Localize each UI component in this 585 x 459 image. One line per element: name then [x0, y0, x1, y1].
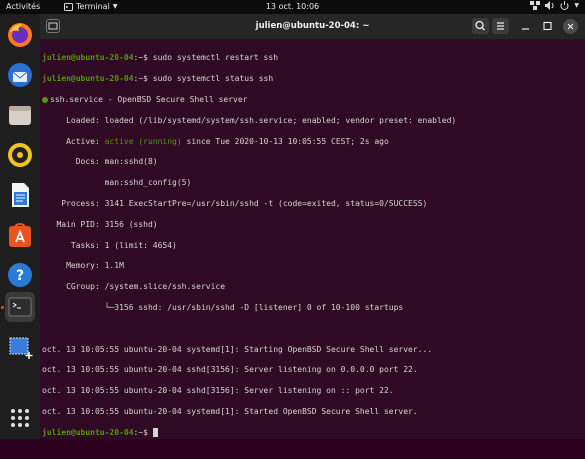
output-line: └─3156 sshd: /usr/sbin/sshd -D [listener…	[42, 302, 404, 312]
log-line: oct. 13 10:05:55 ubuntu-20-04 systemd[1]…	[42, 344, 433, 354]
terminal-window: julien@ubuntu-20-04: ~ julien@ubuntu-20-…	[40, 14, 585, 439]
terminal-icon[interactable]	[5, 292, 35, 322]
system-tray[interactable]: ▼	[530, 1, 579, 10]
text-cursor	[152, 427, 158, 437]
rhythmbox-icon[interactable]	[5, 140, 35, 170]
command-line: julien@ubuntu-20-04:~$	[42, 427, 585, 438]
active-line: Active: active (running) since Tue 2020-…	[42, 137, 585, 147]
prompt: julien@ubuntu-20-04	[42, 53, 134, 63]
maximize-icon	[543, 21, 552, 31]
output-line: Memory: 1.1M	[42, 261, 124, 271]
show-applications-icon[interactable]	[5, 403, 35, 433]
power-icon	[560, 1, 569, 10]
title-bar[interactable]: julien@ubuntu-20-04: ~	[40, 14, 585, 40]
output-line: Tasks: 1 (limit: 4654)	[42, 240, 177, 250]
dock: ?	[0, 14, 40, 439]
search-icon	[475, 20, 485, 31]
running-indicator	[1, 306, 4, 309]
active-status: active (running)	[104, 136, 182, 146]
minimize-button[interactable]	[517, 18, 534, 34]
prompt-suffix: :~$	[133, 427, 153, 437]
output-line: Process: 3141 ExecStartPre=/usr/sbin/ssh…	[42, 198, 428, 208]
prompt: julien@ubuntu-20-04	[42, 74, 134, 84]
chevron-down-icon: ▼	[574, 2, 579, 9]
active-since: since Tue 2020-10-13 10:05:55 CEST; 2s a…	[181, 136, 389, 146]
help-icon[interactable]: ?	[5, 260, 35, 290]
close-button[interactable]	[563, 19, 578, 34]
close-icon	[567, 23, 574, 30]
files-icon[interactable]	[5, 100, 35, 130]
maximize-button[interactable]	[539, 18, 556, 34]
menu-button[interactable]	[492, 18, 509, 34]
command-line: julien@ubuntu-20-04:~$ sudo systemctl st…	[42, 74, 585, 84]
search-button[interactable]	[472, 18, 489, 34]
command-text: sudo systemctl status ssh	[152, 74, 274, 84]
svg-text:?: ?	[16, 268, 24, 284]
firefox-icon[interactable]	[5, 20, 35, 50]
libreoffice-writer-icon[interactable]	[5, 180, 35, 210]
log-line: oct. 13 10:05:55 ubuntu-20-04 sshd[3156]…	[42, 365, 418, 375]
prompt: julien@ubuntu-20-04	[42, 427, 134, 437]
log-line: oct. 13 10:05:55 ubuntu-20-04 sshd[3156]…	[42, 386, 394, 396]
command-text: sudo systemctl restart ssh	[152, 53, 279, 63]
hamburger-menu-icon	[497, 22, 504, 30]
clock[interactable]: 13 oct. 10:06	[0, 2, 585, 11]
output-line: man:sshd_config(5)	[42, 178, 192, 188]
active-label: Active:	[42, 136, 105, 146]
minimize-icon	[522, 28, 529, 30]
prompt-suffix: :~$	[133, 74, 153, 84]
output-line: Main PID: 3156 (sshd)	[42, 219, 158, 229]
command-line: julien@ubuntu-20-04:~$ sudo systemctl re…	[42, 53, 585, 63]
network-icon	[530, 1, 541, 10]
screenshot-icon[interactable]	[5, 332, 35, 362]
output-line: Loaded: loaded (/lib/systemd/system/ssh.…	[42, 115, 457, 125]
thunderbird-icon[interactable]	[5, 60, 35, 90]
status-dot-icon	[42, 97, 48, 103]
prompt-suffix: :~$	[133, 53, 153, 63]
volume-icon	[545, 1, 554, 10]
terminal-output[interactable]: julien@ubuntu-20-04:~$ sudo systemctl re…	[40, 40, 585, 459]
output-line: CGroup: /system.slice/ssh.service	[42, 282, 226, 292]
status-header-line: ssh.service - OpenBSD Secure Shell serve…	[42, 95, 585, 105]
top-bar: Activités Terminal ▼ 13 oct. 10:06 ▼	[0, 0, 585, 14]
status-header: ssh.service - OpenBSD Secure Shell serve…	[50, 95, 248, 104]
software-center-icon[interactable]	[5, 220, 35, 250]
output-line: Docs: man:sshd(8)	[42, 157, 158, 167]
log-line: oct. 13 10:05:55 ubuntu-20-04 systemd[1]…	[42, 406, 418, 416]
